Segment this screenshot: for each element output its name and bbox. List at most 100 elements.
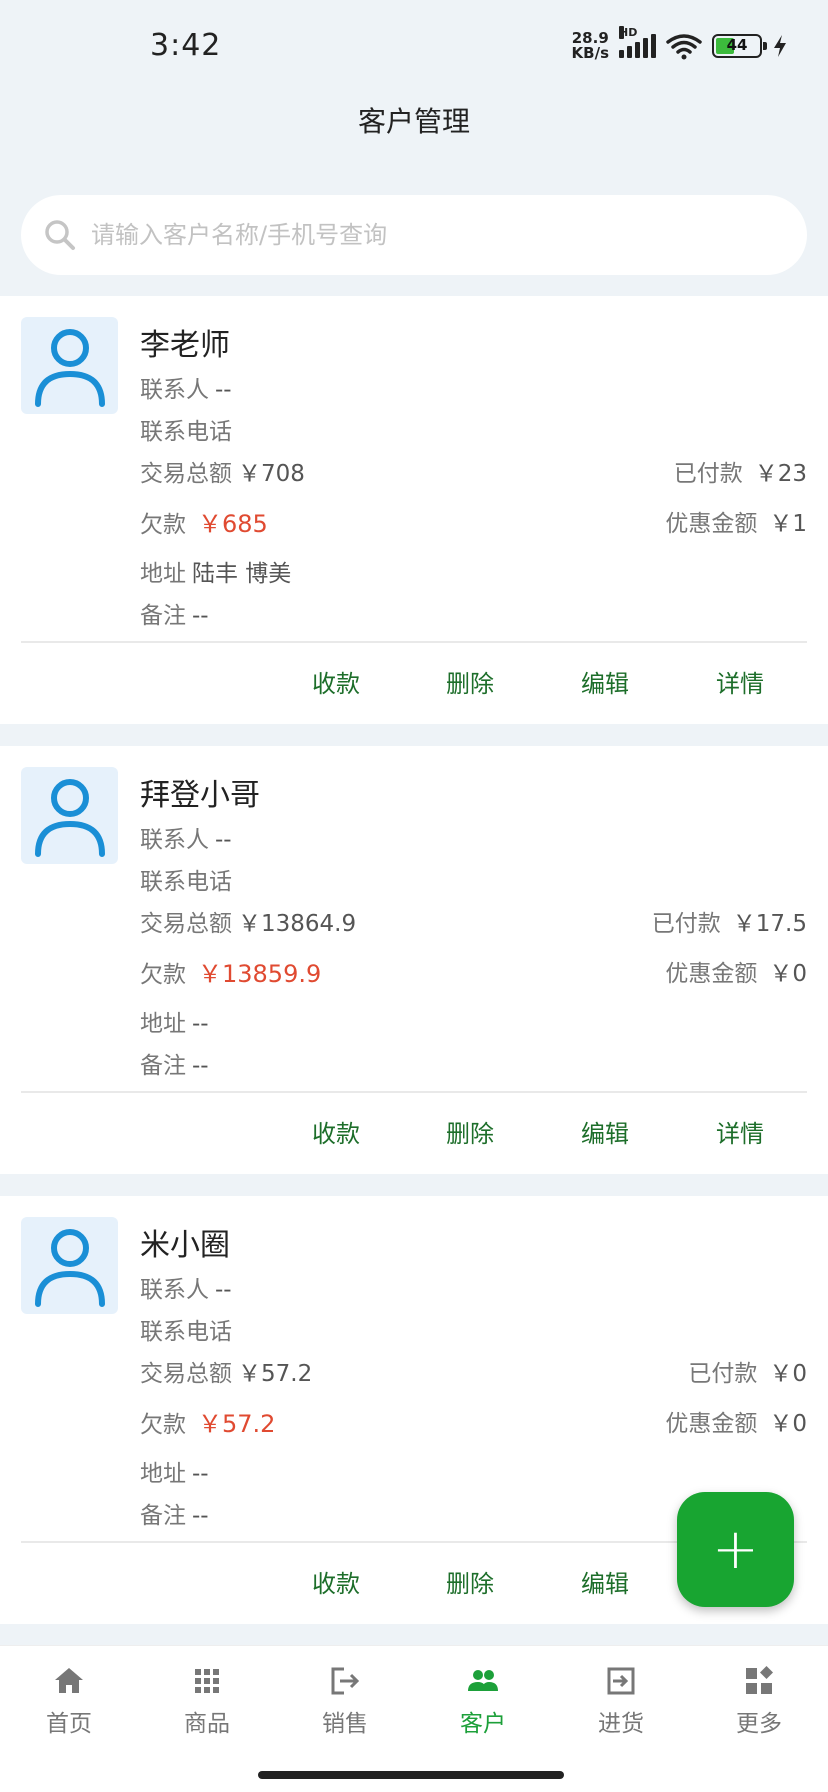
remark-value: -- [192,603,209,629]
status-icons: 28.9 KB/s HD 44 [572,26,788,62]
total-row: 交易总额 ￥13864.9 [140,904,356,938]
address-label: 地址 [140,1461,186,1487]
total-row: 交易总额 ￥57.2 [140,1354,312,1388]
tab-products[interactable]: 商品 [138,1664,276,1738]
customer-name: 米小圈 [140,1228,230,1263]
details-button[interactable]: 详情 [716,1114,764,1149]
debt-row: 欠款 ￥13859.9 [140,954,321,989]
total-label: 交易总额 [140,461,232,487]
debt-value: ￥685 [198,510,268,538]
debt-label: 欠款 [140,962,186,988]
search-icon [45,220,75,250]
grid-icon [195,1669,219,1693]
customer-card[interactable]: 李老师 联系人 -- 联系电话 交易总额 ￥708 已付款 ￥23 欠款 ￥685 优惠… [0,296,828,724]
edit-button[interactable]: 编辑 [581,1114,629,1149]
tab-label: 进货 [598,1711,644,1737]
paid-row: 已付款 ￥0 [688,1354,807,1388]
remark-row: 备注 -- [140,1046,209,1080]
address-value: 陆丰 博美 [192,561,292,587]
customer-name: 李老师 [140,328,230,363]
debt-value: ￥13859.9 [198,960,322,988]
discount-value: ￥0 [769,1411,807,1437]
phone-label: 联系电话 [140,419,232,445]
logout-icon [331,1667,360,1695]
bottom-tab-bar: 首页 商品 销售 客户 进货 更多 [0,1645,828,1792]
collect-button[interactable]: 收款 [312,664,360,699]
phone-row: 联系电话 [140,862,238,896]
home-indicator[interactable] [258,1771,564,1779]
paid-row: 已付款 ￥23 [674,454,807,488]
debt-row: 欠款 ￥57.2 [140,1404,275,1439]
address-label: 地址 [140,1011,186,1037]
contact-row: 联系人 -- [140,820,232,854]
tab-sales[interactable]: 销售 [276,1664,414,1738]
tab-label: 首页 [46,1711,92,1737]
tab-more[interactable]: 更多 [690,1664,828,1738]
debt-row: 欠款 ￥685 [140,504,268,539]
user-icon [34,1228,105,1307]
user-icon [34,778,105,857]
tab-purchase[interactable]: 进货 [552,1664,690,1738]
plus-icon: + [712,1517,759,1582]
discount-label: 优惠金额 [665,511,758,537]
phone-label: 联系电话 [140,1319,232,1345]
edit-button[interactable]: 编辑 [581,664,629,699]
search-bar[interactable] [21,195,807,275]
delete-button[interactable]: 删除 [446,1114,494,1149]
details-button[interactable]: 详情 [716,664,764,699]
tab-label: 商品 [184,1711,230,1737]
remark-label: 备注 [140,1503,186,1529]
total-label: 交易总额 [140,911,232,937]
customer-card[interactable]: 拜登小哥 联系人 -- 联系电话 交易总额 ￥13864.9 已付款 ￥17.5 欠款… [0,746,828,1174]
avatar [21,1217,118,1314]
battery-level: 44 [726,36,748,54]
discount-row: 优惠金额 ￥0 [665,954,807,988]
tab-label: 销售 [322,1711,368,1737]
collect-button[interactable]: 收款 [312,1564,360,1599]
collect-button[interactable]: 收款 [312,1114,360,1149]
paid-value: ￥0 [769,1361,807,1387]
contact-value: -- [215,377,232,403]
customer-list: 李老师 联系人 -- 联系电话 交易总额 ￥708 已付款 ￥23 欠款 ￥685 优惠… [0,296,828,1646]
total-row: 交易总额 ￥708 [140,454,305,488]
debt-label: 欠款 [140,512,186,538]
paid-row: 已付款 ￥17.5 [652,904,807,938]
tab-customers[interactable]: 客户 [414,1664,552,1738]
tab-home[interactable]: 首页 [0,1664,138,1738]
battery-icon: 44 [712,34,767,58]
debt-label: 欠款 [140,1412,186,1438]
discount-row: 优惠金额 ￥1 [665,504,807,538]
contact-value: -- [215,827,232,853]
page-title: 客户管理 [357,105,470,138]
total-value: ￥13864.9 [238,911,357,937]
discount-label: 优惠金额 [665,961,758,987]
customer-name: 拜登小哥 [140,778,260,813]
add-customer-button[interactable]: + [677,1492,794,1607]
delete-button[interactable]: 删除 [446,1564,494,1599]
total-value: ￥708 [238,461,305,487]
delete-button[interactable]: 删除 [446,664,494,699]
remark-row: 备注 -- [140,1496,209,1530]
contact-value: -- [215,1277,232,1303]
phone-row: 联系电话 [140,1312,238,1346]
remark-value: -- [192,1053,209,1079]
divider [21,1091,807,1093]
hd-tag: HD [619,26,638,39]
search-input[interactable] [91,221,771,249]
contact-label: 联系人 [140,827,209,853]
remark-label: 备注 [140,1053,186,1079]
address-row: 地址 陆丰 博美 [140,554,291,588]
paid-value: ￥23 [754,461,807,487]
paid-label: 已付款 [673,461,743,487]
address-value: -- [192,1461,209,1487]
paid-label: 已付款 [688,1361,758,1387]
contact-label: 联系人 [140,1277,209,1303]
status-time: 3:42 [150,28,222,63]
wifi-icon [666,34,702,60]
edit-button[interactable]: 编辑 [581,1564,629,1599]
divider [21,641,807,643]
address-row: 地址 -- [140,1454,209,1488]
contact-row: 联系人 -- [140,370,232,404]
discount-label: 优惠金额 [665,1411,758,1437]
remark-row: 备注 -- [140,596,209,630]
